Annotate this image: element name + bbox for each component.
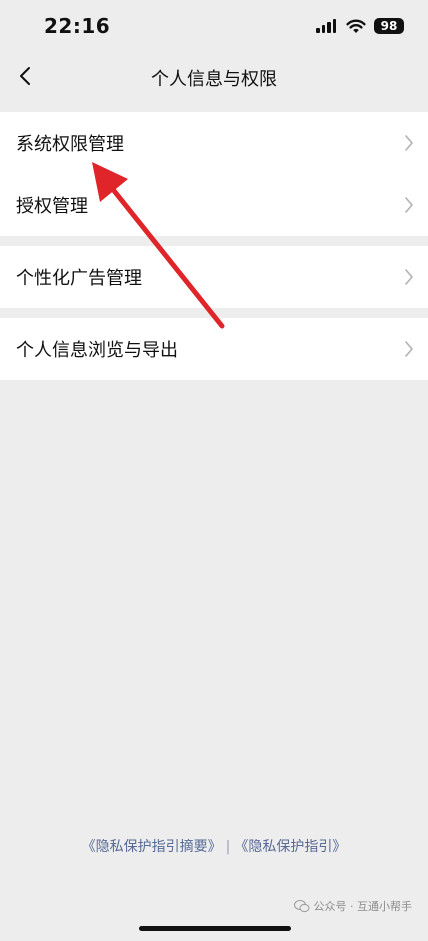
list-item-info-export[interactable]: 个人信息浏览与导出: [0, 318, 428, 380]
settings-group-export: 个人信息浏览与导出: [0, 318, 428, 380]
list-item-authorization[interactable]: 授权管理: [0, 174, 428, 236]
chevron-right-icon: [405, 269, 413, 285]
privacy-guide-link[interactable]: 《隐私保护指引》: [234, 839, 346, 855]
status-bar: 22:16 98: [0, 0, 428, 54]
list-item-personalized-ads[interactable]: 个性化广告管理: [0, 246, 428, 308]
page-title: 个人信息与权限: [151, 69, 277, 90]
footer-links: 《隐私保护指引摘要》 | 《隐私保护指引》: [0, 836, 428, 856]
signal-icon: [316, 19, 338, 33]
privacy-summary-link[interactable]: 《隐私保护指引摘要》: [82, 839, 222, 855]
status-time: 22:16: [44, 14, 111, 38]
list-item-system-permissions[interactable]: 系统权限管理: [0, 112, 428, 174]
watermark: 公众号 · 互通小帮手: [293, 898, 413, 914]
settings-group-permissions: 系统权限管理 授权管理: [0, 112, 428, 236]
battery-icon: 98: [374, 18, 404, 34]
watermark-text: 公众号 · 互通小帮手: [313, 900, 413, 913]
list-item-label: 系统权限管理: [16, 134, 124, 155]
wifi-icon: [346, 19, 366, 33]
wechat-icon: [293, 899, 309, 912]
link-separator: |: [225, 839, 231, 855]
list-item-label: 个性化广告管理: [16, 268, 142, 289]
home-indicator: [139, 926, 291, 931]
list-item-label: 授权管理: [16, 196, 88, 217]
chevron-right-icon: [405, 197, 413, 213]
status-icons: 98: [316, 16, 404, 36]
navbar: 个人信息与权限: [0, 54, 428, 98]
list-item-label: 个人信息浏览与导出: [16, 340, 178, 361]
chevron-right-icon: [405, 341, 413, 357]
settings-group-ads: 个性化广告管理: [0, 246, 428, 308]
chevron-right-icon: [405, 135, 413, 151]
